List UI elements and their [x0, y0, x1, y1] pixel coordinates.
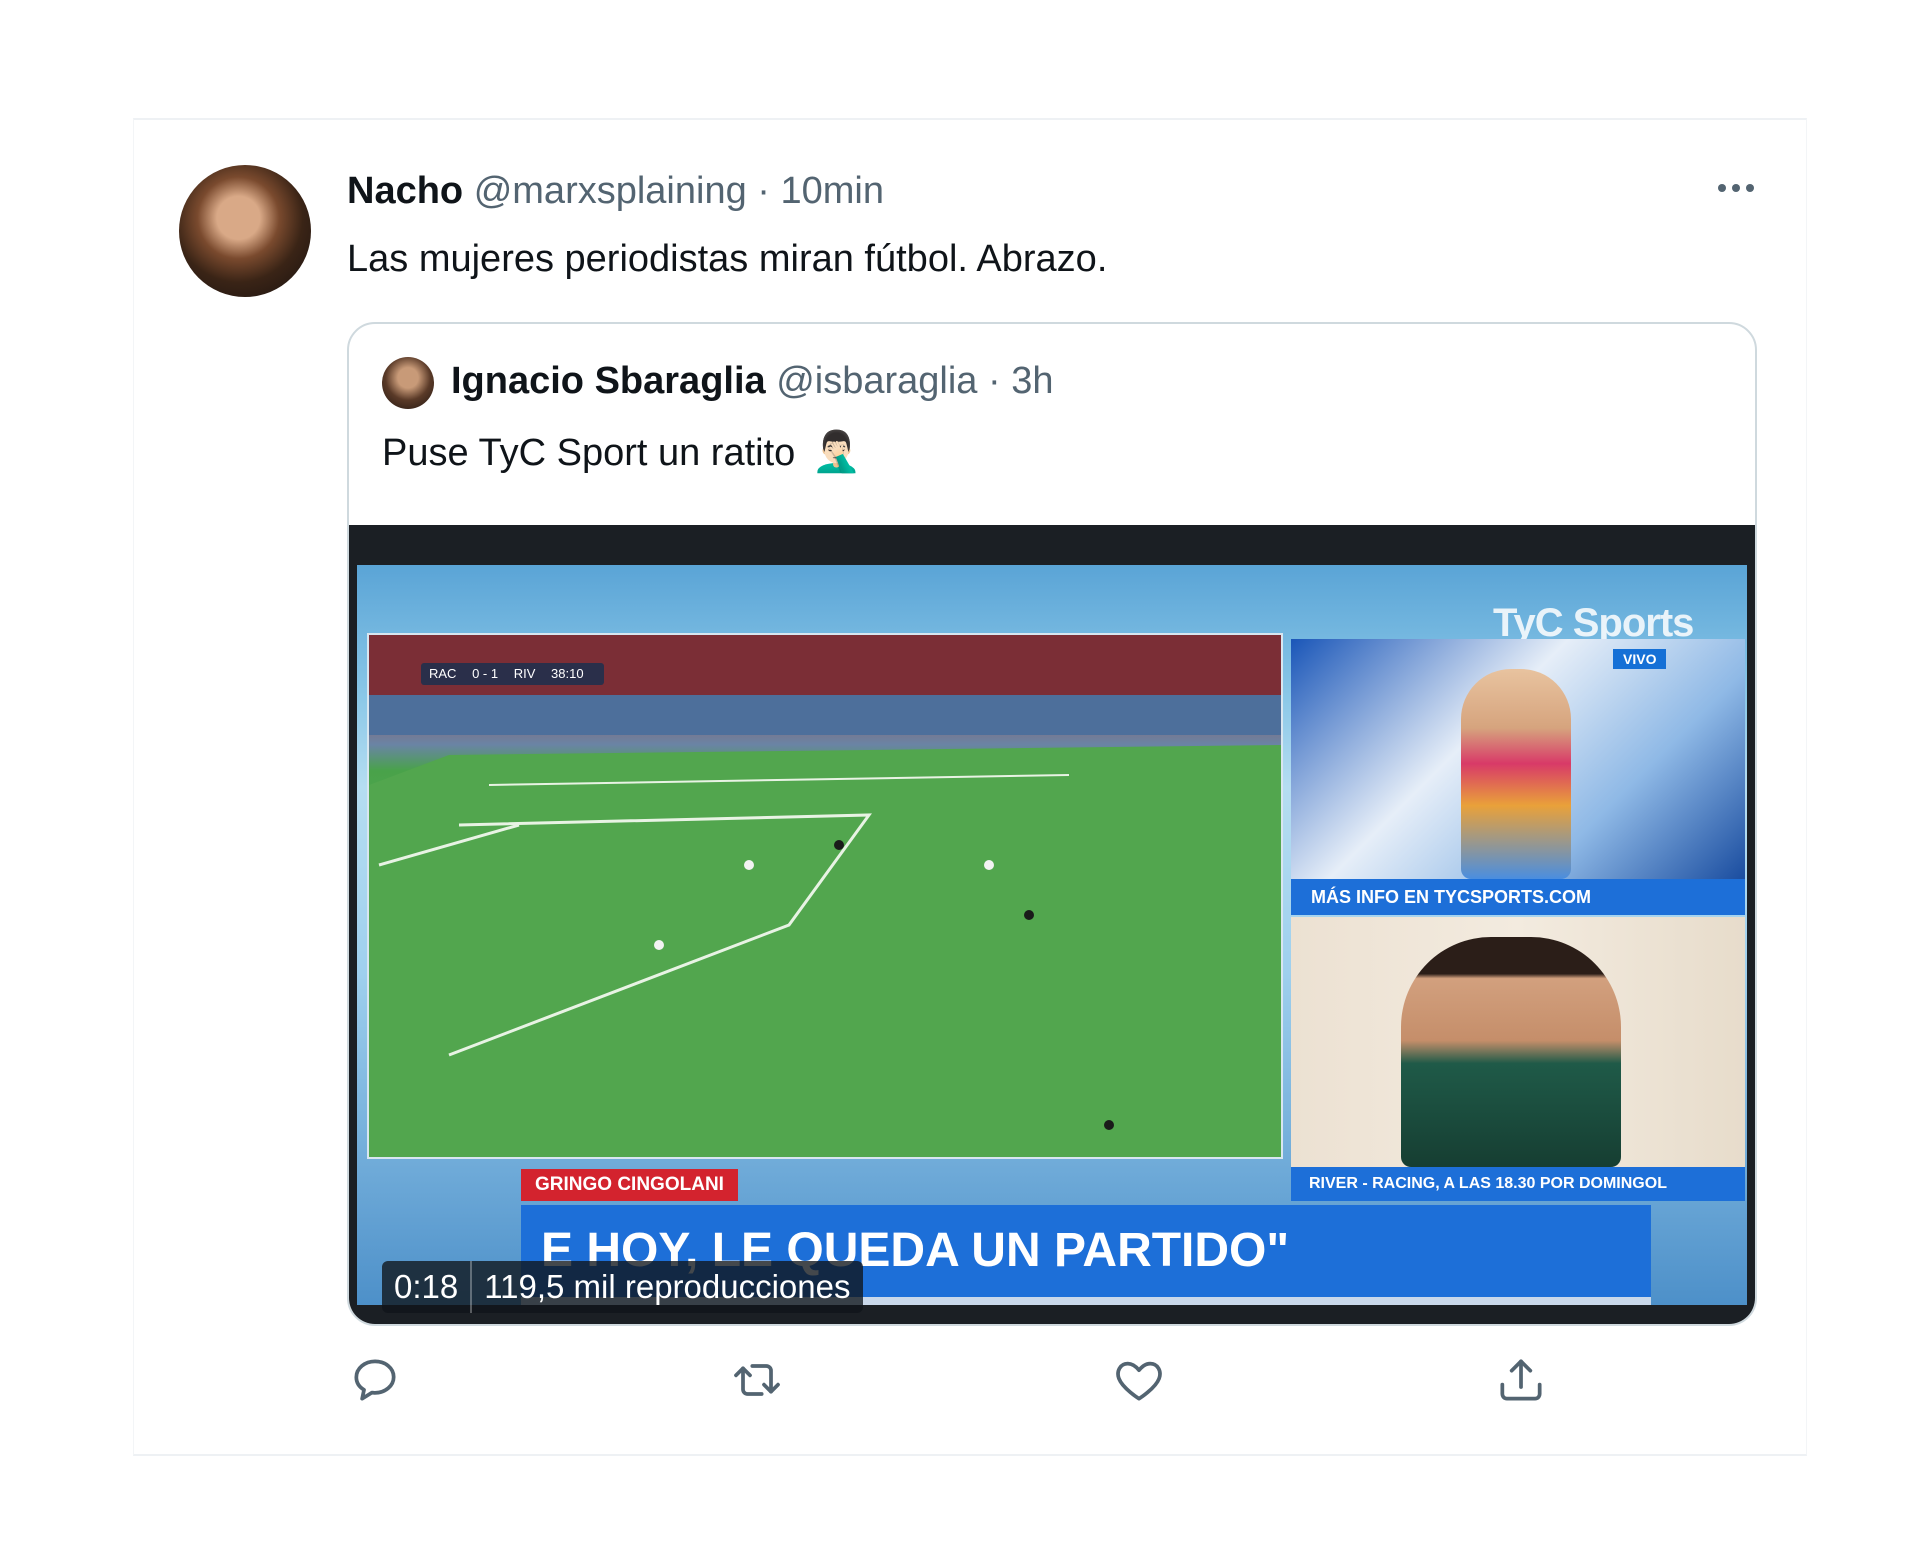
scorebug-home: RAC	[429, 666, 457, 681]
promo-bar: RIVER - RACING, A LAS 18.30 POR DOMINGOL	[1291, 1167, 1745, 1201]
guest-image	[1291, 917, 1745, 1167]
info-bar: MÁS INFO EN TYCSPORTS.COM	[1291, 879, 1745, 915]
quoted-separator-dot: ·	[988, 360, 1001, 402]
video-stats-overlay: 0:18 119,5 mil reproducciones	[382, 1261, 863, 1313]
video-frame: RAC 0 - 1 RIV 38:10 TyC Sports VIVO MÁS …	[357, 565, 1747, 1305]
quoted-tweet-header: Ignacio Sbaraglia @isbaraglia · 3h	[451, 360, 1054, 403]
reply-icon	[354, 1359, 396, 1401]
football-broadcast-image: RAC 0 - 1 RIV 38:10	[367, 633, 1283, 1159]
scorebug-clock: 38:10	[551, 666, 584, 681]
guest-figure	[1401, 937, 1621, 1167]
more-options-button[interactable]	[1706, 168, 1766, 208]
scorebug: RAC 0 - 1 RIV 38:10	[421, 663, 604, 685]
quoted-tweet-text: Puse TyC Sport un ratito	[382, 432, 796, 474]
video-views: 119,5 mil reproducciones	[484, 1268, 851, 1305]
host-figure	[1461, 669, 1571, 879]
more-dots-icon	[1718, 184, 1754, 192]
video-duration: 0:18	[394, 1268, 459, 1305]
tweet-text: Las mujeres periodistas miran fútbol. Ab…	[347, 238, 1108, 280]
retweet-button[interactable]	[729, 1352, 785, 1408]
studio-host-image	[1291, 639, 1745, 879]
quoted-author-name[interactable]: Ignacio Sbaraglia	[451, 360, 766, 402]
like-button[interactable]	[1111, 1352, 1167, 1408]
quoted-author-avatar[interactable]	[382, 357, 434, 409]
quoted-tweet-text-row: Puse TyC Sport un ratito 🤦🏻‍♂️	[382, 428, 862, 475]
tweet-card[interactable]: Nacho @marxsplaining · 10min Las mujeres…	[133, 118, 1807, 1456]
tweet-actions	[347, 1352, 1753, 1422]
live-badge: VIVO	[1613, 649, 1667, 669]
football-pitch-illustration	[369, 635, 1281, 1157]
quoted-author-handle[interactable]: @isbaraglia	[776, 360, 977, 402]
author-name[interactable]: Nacho	[347, 170, 463, 212]
share-button[interactable]	[1493, 1352, 1549, 1408]
reply-button[interactable]	[347, 1352, 403, 1408]
facepalm-emoji: 🤦🏻‍♂️	[811, 430, 862, 474]
tweet-timestamp[interactable]: 10min	[781, 170, 885, 212]
separator-dot: ·	[757, 170, 770, 212]
tweet-header: Nacho @marxsplaining · 10min	[347, 170, 884, 213]
scorebug-away: RIV	[513, 666, 536, 681]
scorebug-score: 0 - 1	[472, 666, 499, 681]
video-player[interactable]: RAC 0 - 1 RIV 38:10 TyC Sports VIVO MÁS …	[349, 525, 1755, 1324]
quoted-tweet-timestamp[interactable]: 3h	[1011, 360, 1053, 402]
quoted-tweet[interactable]: Ignacio Sbaraglia @isbaraglia · 3h Puse …	[347, 322, 1757, 1326]
retweet-icon	[734, 1364, 780, 1396]
name-tag: GRINGO CINGOLANI	[521, 1169, 738, 1201]
author-handle[interactable]: @marxsplaining	[474, 170, 747, 212]
heart-icon	[1116, 1361, 1162, 1401]
share-icon	[1500, 1359, 1542, 1401]
author-avatar[interactable]	[179, 165, 311, 297]
